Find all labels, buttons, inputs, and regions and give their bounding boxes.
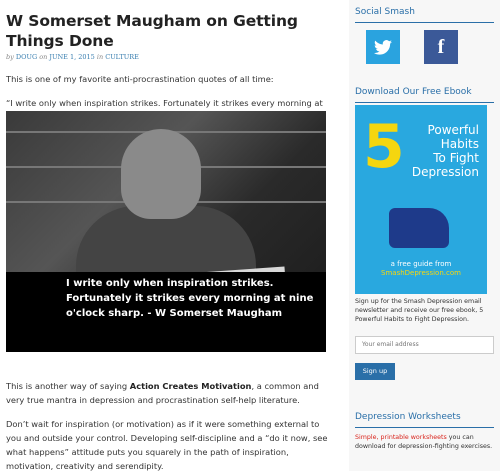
ebook-title: Download Our Free Ebook	[355, 87, 494, 103]
category-link[interactable]: CULTURE	[105, 53, 139, 61]
hand-icon	[389, 208, 449, 248]
meta-in: in	[96, 53, 104, 61]
worksheets-title: Depression Worksheets	[355, 412, 494, 428]
facebook-icon: f	[437, 35, 445, 58]
twitter-button[interactable]	[366, 30, 400, 64]
social-section: Social Smash	[355, 7, 494, 23]
action-creates-motivation: Action Creates Motivation	[129, 381, 252, 391]
man-head	[121, 129, 201, 219]
facebook-button[interactable]: f	[424, 30, 458, 64]
ebook-headline-line: Powerful	[427, 123, 479, 137]
social-title: Social Smash	[355, 7, 494, 23]
signup-text: Sign up for the Smash Depression email n…	[355, 298, 484, 323]
ebook-free-text: a free guide from	[390, 260, 452, 268]
worksheets-text: Simple, printable worksheets you can dow…	[355, 433, 494, 451]
social-buttons: f	[366, 30, 458, 64]
ebook-headline-line: To Fight	[433, 151, 479, 165]
inspiration-paragraph: Don’t wait for inspiration (or motivatio…	[6, 419, 328, 471]
ebook-headline: Powerful Habits To Fight Depression	[412, 123, 479, 179]
post-title[interactable]: W Somerset Maugham on Getting Things Don…	[6, 11, 336, 51]
ebook-footer: a free guide from SmashDepression.com	[355, 260, 487, 278]
ebook-site: SmashDepression.com	[381, 269, 461, 277]
intro-paragraph: This is one of my favorite anti-procrast…	[6, 74, 274, 84]
sidebar: Social Smash f Download Our Free Ebook 5…	[349, 0, 500, 471]
post-meta: by DOUG on JUNE 1, 2015 in CULTURE	[6, 53, 336, 61]
worksheets-section: Depression Worksheets	[355, 412, 494, 428]
maugham-photo: I write only when inspiration strikes. F…	[6, 111, 326, 352]
email-input[interactable]	[355, 336, 494, 354]
ebook-section: Download Our Free Ebook	[355, 87, 494, 103]
worksheets-link[interactable]: Simple, printable worksheets	[355, 434, 447, 441]
twitter-icon	[374, 39, 392, 55]
ebook-number: 5	[363, 112, 405, 182]
post-date: JUNE 1, 2015	[49, 53, 95, 61]
ebook-headline-line: Depression	[411, 165, 479, 179]
meta-by: by	[6, 53, 14, 61]
signup-button[interactable]: Sign up	[355, 363, 395, 380]
ebook-cover[interactable]: 5 Powerful Habits To Fight Depression a …	[355, 105, 487, 294]
author-link[interactable]: DOUG	[16, 53, 37, 61]
ebook-headline-line: Habits	[440, 137, 479, 151]
photo-caption: I write only when inspiration strikes. F…	[66, 278, 314, 319]
action-paragraph: This is another way of saying Action Cre…	[6, 379, 336, 407]
meta-on: on	[39, 53, 48, 61]
p3-before: This is another way of saying	[6, 381, 130, 391]
